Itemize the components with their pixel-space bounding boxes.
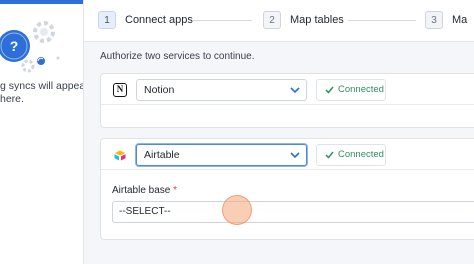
select-value: --SELECT-- [119, 206, 171, 217]
step-label: Map tables [290, 14, 344, 26]
status-label: Connected [338, 84, 384, 95]
notion-icon: N [113, 83, 127, 97]
empty-message-line2: here. [0, 93, 24, 105]
step-number: 1 [98, 11, 116, 29]
step-label: Ma [452, 14, 468, 26]
step-connector [348, 20, 416, 21]
step-number: 2 [263, 11, 281, 29]
airtable-connection-row: Airtable Connected [101, 139, 474, 170]
svg-text:?: ? [10, 38, 19, 54]
field-label-text: Airtable base [112, 185, 171, 196]
step-label: Connect apps [125, 14, 193, 26]
check-icon [325, 86, 334, 94]
empty-message-line1: g syncs will appear [0, 80, 84, 92]
step-connector [192, 20, 252, 21]
airtable-connected-badge: Connected [316, 144, 386, 166]
airtable-base-label: Airtable base * [112, 185, 177, 196]
chevron-down-icon [290, 152, 300, 159]
required-marker: * [173, 185, 178, 196]
select-value: Notion [144, 84, 175, 96]
airtable-base-select[interactable]: --SELECT-- [112, 201, 474, 223]
airtable-app-select[interactable]: Airtable [136, 144, 307, 166]
question-sync-gears-icon: ? [0, 21, 60, 73]
step-map-tables[interactable]: 2 Map tables [263, 11, 344, 29]
step-connect-apps[interactable]: 1 Connect apps [98, 11, 193, 29]
notion-connection-card: N Notion Connected [100, 73, 474, 128]
syncs-sidebar: ? g syncs will appear here. [0, 0, 84, 264]
step-number: 3 [425, 11, 443, 29]
status-label: Connected [338, 149, 384, 160]
click-indicator [222, 195, 252, 225]
connect-description: Authorize two services to continue. [100, 51, 255, 62]
notion-connected-badge: Connected [316, 79, 386, 101]
setup-stepper: 1 Connect apps 2 Map tables 3 Ma [84, 0, 474, 42]
notion-connection-row: N Notion Connected [101, 74, 474, 105]
notion-app-select[interactable]: Notion [136, 79, 307, 101]
airtable-icon [114, 150, 126, 161]
chevron-down-icon [290, 87, 300, 94]
step-3[interactable]: 3 Ma [425, 11, 467, 29]
check-icon [325, 151, 334, 159]
empty-syncs-message: g syncs will appear here. [0, 80, 84, 106]
sidebar-accent-bar [0, 0, 83, 4]
select-value: Airtable [144, 149, 180, 161]
